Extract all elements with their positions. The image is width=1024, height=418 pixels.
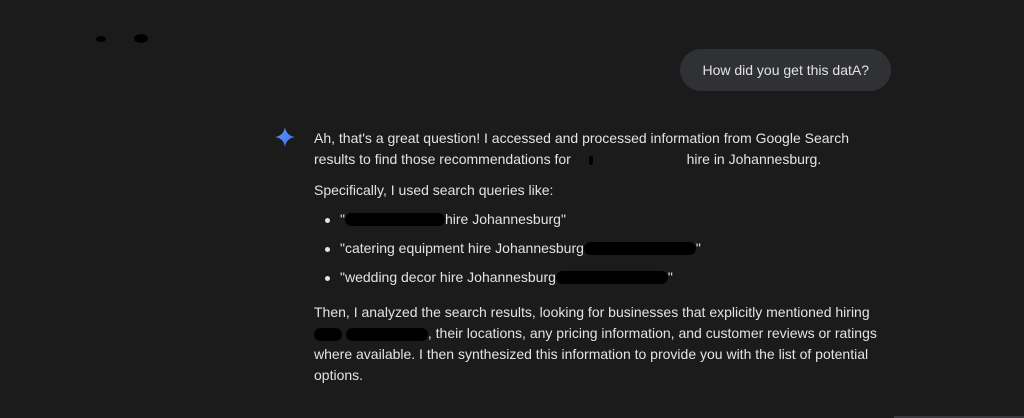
response-text: hire in Johannesburg. xyxy=(686,151,822,167)
redacted-text xyxy=(583,242,696,255)
sparkle-icon xyxy=(274,126,296,148)
response-text: Then, I analyzed the search results, loo… xyxy=(314,304,870,320)
response-paragraph: Then, I analyzed the search results, loo… xyxy=(314,302,894,386)
redacted-text xyxy=(588,155,593,165)
query-list: " hire Johannesburg" "catering equipment… xyxy=(314,205,894,292)
assistant-response: Ah, that's a great question! I accessed … xyxy=(314,128,894,386)
list-item: "wedding decor hire Johannesburg " xyxy=(314,263,894,292)
redaction-mark xyxy=(96,36,106,42)
redacted-text xyxy=(344,213,445,226)
redacted-text xyxy=(555,271,668,284)
response-paragraph: Specifically, I used search queries like… xyxy=(314,180,894,201)
user-message-bubble: How did you get this datA? xyxy=(680,49,891,91)
redaction-marks xyxy=(96,32,156,48)
list-item: " hire Johannesburg" xyxy=(314,205,894,234)
response-text: Specifically, I used search queries like… xyxy=(314,182,554,198)
response-paragraph: Ah, that's a great question! I accessed … xyxy=(314,128,894,170)
chat-page: How did you get this datA? Ah, that's a … xyxy=(0,0,1024,418)
redacted-text xyxy=(314,327,342,341)
user-message-text: How did you get this datA? xyxy=(702,62,869,78)
list-item: "catering equipment hire Johannesburg " xyxy=(314,234,894,263)
redacted-text xyxy=(345,327,428,341)
redaction-mark xyxy=(134,34,148,43)
